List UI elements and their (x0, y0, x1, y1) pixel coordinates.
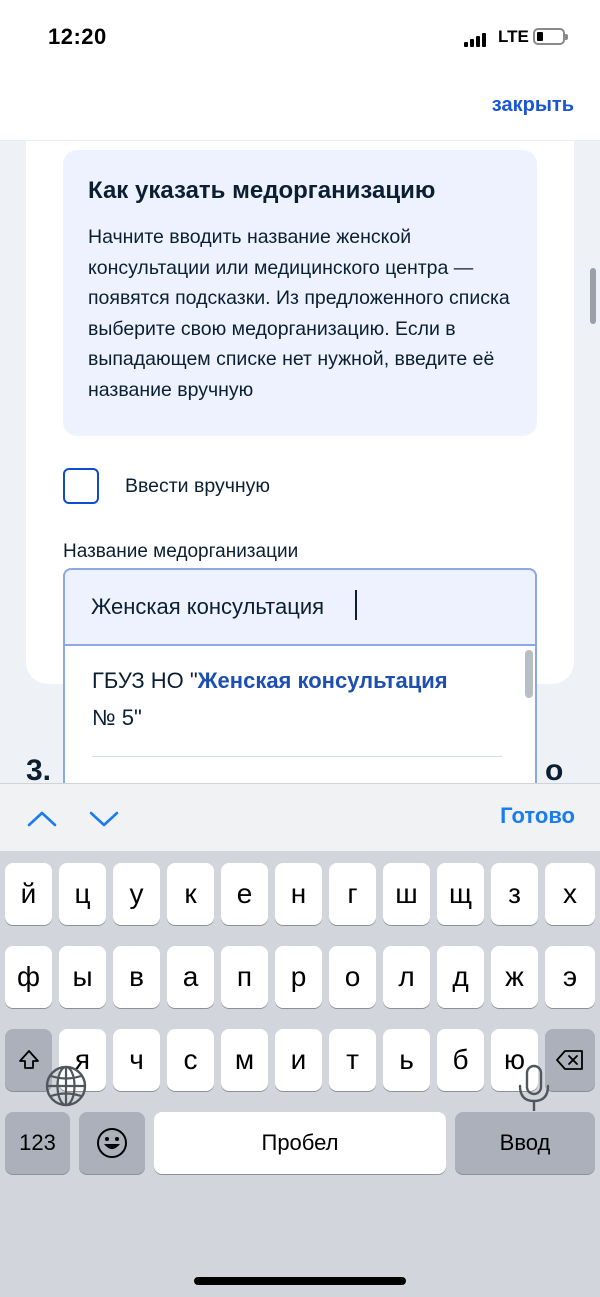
suggestion-suffix: № 5" (92, 705, 142, 730)
microphone-icon[interactable] (516, 1064, 552, 1114)
text-caret (355, 590, 357, 620)
network-type: LTE (498, 27, 529, 46)
close-link[interactable]: закрыть (492, 94, 574, 117)
org-name-value[interactable]: Женская консультация (91, 594, 324, 620)
key[interactable]: г (329, 863, 376, 925)
key[interactable]: к (167, 863, 214, 925)
info-text: Начните вводить название женской консуль… (88, 226, 510, 401)
key[interactable]: ж (491, 946, 538, 1008)
org-name-input[interactable]: Женская консультация (63, 568, 537, 646)
page-scrollbar[interactable] (590, 268, 596, 324)
dropdown-scrollbar[interactable] (525, 650, 533, 698)
key[interactable]: щ (437, 863, 484, 925)
key[interactable]: ы (59, 946, 106, 1008)
modal-header: закрыть (0, 76, 600, 141)
org-field-label: Название медорганизации (63, 541, 299, 562)
key[interactable]: е (221, 863, 268, 925)
home-indicator (194, 1277, 406, 1285)
key[interactable]: ч (113, 1029, 160, 1091)
key[interactable]: в (113, 946, 160, 1008)
key[interactable]: э (545, 946, 595, 1008)
return-key[interactable]: Ввод (455, 1112, 595, 1174)
backspace-icon (556, 1050, 583, 1070)
battery-icon (533, 28, 568, 45)
key[interactable]: о (329, 946, 376, 1008)
info-card: Как указать медорганизацию Начните вводи… (63, 150, 537, 436)
key[interactable]: б (437, 1029, 484, 1091)
info-title: Как указать медорганизацию (88, 177, 436, 204)
key[interactable]: з (491, 863, 538, 925)
chevron-down-icon[interactable] (89, 804, 119, 834)
key[interactable]: л (383, 946, 430, 1008)
done-button[interactable]: Готово (500, 803, 575, 829)
signal-icon (464, 33, 492, 47)
emoji-icon (97, 1128, 127, 1158)
manual-entry-label[interactable]: Ввести вручную (125, 475, 270, 498)
modal-content: Как указать медорганизацию Начните вводи… (0, 141, 600, 783)
backspace-key[interactable] (545, 1029, 595, 1091)
step-title-fragment: о (545, 754, 564, 783)
key[interactable]: ш (383, 863, 430, 925)
key[interactable]: х (545, 863, 595, 925)
manual-entry-checkbox[interactable] (63, 468, 99, 504)
suggestion-prefix: ГБУЗ НО " (92, 668, 198, 693)
shift-icon (18, 1050, 39, 1069)
suggestion-item[interactable]: ГБУЗ НО "Женская консультация № 5" (92, 662, 512, 736)
status-bar: 12:20 LTE (0, 0, 600, 76)
suggestion-match: Женская консультация (197, 668, 448, 693)
key[interactable]: ь (383, 1029, 430, 1091)
key[interactable]: ф (5, 946, 52, 1008)
key[interactable]: т (329, 1029, 376, 1091)
numbers-key[interactable]: 123 (5, 1112, 70, 1174)
suggestion-divider (92, 756, 502, 757)
key[interactable]: у (113, 863, 160, 925)
keyboard-accessory-bar: Готово (0, 783, 600, 852)
key[interactable]: й (5, 863, 52, 925)
key[interactable]: и (275, 1029, 322, 1091)
status-time: 12:20 (48, 24, 107, 49)
suggestions-dropdown[interactable]: ГБУЗ НО "Женская консультация № 5" (63, 646, 537, 783)
key[interactable]: а (167, 946, 214, 1008)
chevron-up-icon[interactable] (27, 804, 57, 834)
globe-icon[interactable] (44, 1064, 88, 1108)
key[interactable]: п (221, 946, 268, 1008)
step-number: 3. (26, 754, 52, 783)
key[interactable]: р (275, 946, 322, 1008)
space-key[interactable]: Пробел (154, 1112, 446, 1174)
key[interactable]: ц (59, 863, 106, 925)
key[interactable]: д (437, 946, 484, 1008)
emoji-key[interactable] (79, 1112, 145, 1174)
key[interactable]: с (167, 1029, 214, 1091)
key[interactable]: м (221, 1029, 268, 1091)
key[interactable]: н (275, 863, 322, 925)
